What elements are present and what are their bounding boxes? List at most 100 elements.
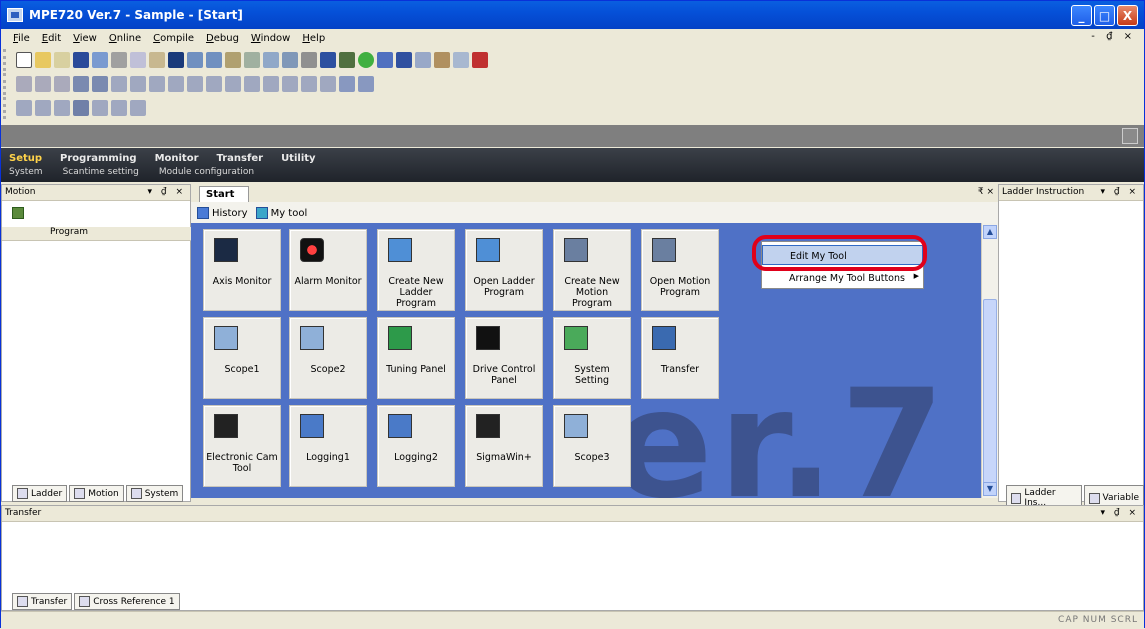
minimize-button[interactable]: _ [1071,5,1092,26]
motion-panel-controls[interactable]: ▾ ₫ × [147,187,186,197]
run-icon[interactable] [377,52,393,68]
open-folder-icon[interactable] [35,52,51,68]
falling-edge-icon[interactable] [244,76,260,92]
replace-icon[interactable] [244,52,260,68]
menu-edit[interactable]: Edit [36,33,67,44]
display-icon[interactable] [320,52,336,68]
tab-transfer-output[interactable]: Transfer [12,593,73,610]
tab-monitor[interactable]: Monitor [155,153,199,164]
menu-window[interactable]: Window [245,33,296,44]
stop-icon[interactable] [396,52,412,68]
bookmark-icon[interactable] [92,100,108,116]
tab-setup[interactable]: Setup [9,153,42,164]
cross-reference-icon[interactable] [263,52,279,68]
redo-icon[interactable] [206,52,222,68]
network-icon[interactable] [92,76,108,92]
tool-tile-scope3[interactable]: Scope3 [553,405,631,487]
compare-icon[interactable] [263,76,279,92]
tool-tile-logging2[interactable]: Logging2 [377,405,455,487]
contact-no-icon[interactable] [111,76,127,92]
tool-tile-scope1[interactable]: Scope1 [203,317,281,399]
greater-icon[interactable] [320,76,336,92]
document-tab-controls[interactable]: ₹ × [978,187,994,197]
scroll-down-arrow[interactable]: ▼ [983,482,997,496]
tab-transfer[interactable]: Transfer [217,153,264,164]
tool-tile-alarm-monitor[interactable]: Alarm Monitor [289,229,367,311]
tab-ladder[interactable]: Ladder [12,485,68,502]
comment-icon[interactable] [73,76,89,92]
delete-row-icon[interactable] [54,76,70,92]
register-icon[interactable] [358,76,374,92]
alarm-toolbar-icon[interactable] [472,52,488,68]
scroll-up-arrow[interactable]: ▲ [983,225,997,239]
new-file-icon[interactable] [16,52,32,68]
insert-row-icon[interactable] [35,76,51,92]
title-bar[interactable]: MPE720 Ver.7 - Sample - [Start] _ □ X [1,1,1144,29]
coil-icon[interactable] [149,76,165,92]
indent-icon[interactable] [16,100,32,116]
branch-icon[interactable] [206,76,222,92]
menu-compile[interactable]: Compile [147,33,200,44]
outdent-icon[interactable] [35,100,51,116]
menu-online[interactable]: Online [103,33,147,44]
ladder-edit-icon[interactable] [16,76,32,92]
connect-icon[interactable] [358,52,374,68]
tab-programming[interactable]: Programming [60,153,137,164]
equal-icon[interactable] [282,76,298,92]
rising-edge-icon[interactable] [225,76,241,92]
tool-tile-axis-monitor[interactable]: Axis Monitor [203,229,281,311]
save-icon[interactable] [73,52,89,68]
not-equal-icon[interactable] [301,76,317,92]
find-icon[interactable] [225,52,241,68]
canvas-vertical-scrollbar[interactable]: ▲ ▼ [981,223,998,498]
tool-tile-transfer[interactable]: Transfer [641,317,719,399]
load-icon[interactable] [434,52,450,68]
print-icon[interactable] [301,52,317,68]
next-bookmark-icon[interactable] [111,100,127,116]
my-tool-button[interactable]: My tool [255,206,307,219]
project-tree-icon[interactable] [12,207,24,219]
tool-tile-scope2[interactable]: Scope2 [289,317,367,399]
layout-grid-icon[interactable] [1122,128,1138,144]
subtab-scantime-setting[interactable]: Scantime setting [63,167,139,177]
menu-view[interactable]: View [67,33,103,44]
tool-tile-create-new-motion-program[interactable]: Create New Motion Program [553,229,631,311]
tool-tile-open-ladder-program[interactable]: Open Ladder Program [465,229,543,311]
comment-out-icon[interactable] [54,100,70,116]
remove-comment-icon[interactable] [73,100,89,116]
register-list-icon[interactable] [282,52,298,68]
tool-tile-logging1[interactable]: Logging1 [289,405,367,487]
ladder-instruction-controls[interactable]: ▾ ₫ × [1100,187,1139,197]
tool-tile-create-new-ladder-program[interactable]: Create New Ladder Program [377,229,455,311]
compile-icon[interactable] [168,52,184,68]
tab-utility[interactable]: Utility [281,153,315,164]
transfer-toolbar-icon[interactable] [415,52,431,68]
history-button[interactable]: History [197,206,248,219]
tool-tile-system-setting[interactable]: System Setting [553,317,631,399]
tool-tile-drive-control-panel[interactable]: Drive Control Panel [465,317,543,399]
tab-system[interactable]: System [125,485,184,502]
tab-start[interactable]: Start [199,186,249,202]
cut-icon[interactable] [111,52,127,68]
tool-tile-open-motion-program[interactable]: Open Motion Program [641,229,719,311]
tab-motion[interactable]: Motion [69,485,124,502]
paste-icon[interactable] [149,52,165,68]
clear-bookmark-icon[interactable] [130,100,146,116]
save-to-flash-icon[interactable] [453,52,469,68]
copy-icon[interactable] [130,52,146,68]
scroll-thumb[interactable] [983,299,997,485]
menu-debug[interactable]: Debug [200,33,245,44]
coil-set-icon[interactable] [168,76,184,92]
save-all-icon[interactable] [92,52,108,68]
subtab-system[interactable]: System [9,167,43,177]
tool-tile-electronic-cam-tool[interactable]: Electronic Cam Tool [203,405,281,487]
menu-item-arrange-my-tool-buttons[interactable]: Arrange My Tool Buttons [762,268,923,288]
online-icon[interactable] [339,52,355,68]
tool-tile-tuning-panel[interactable]: Tuning Panel [377,317,455,399]
subtab-module-configuration[interactable]: Module configuration [159,167,254,177]
tab-cross-reference[interactable]: Cross Reference 1 [74,593,180,610]
tool-tile-sigmawin-[interactable]: SigmaWin+ [465,405,543,487]
maximize-button[interactable]: □ [1094,5,1115,26]
menu-help[interactable]: Help [296,33,331,44]
menu-file[interactable]: File [7,33,36,44]
